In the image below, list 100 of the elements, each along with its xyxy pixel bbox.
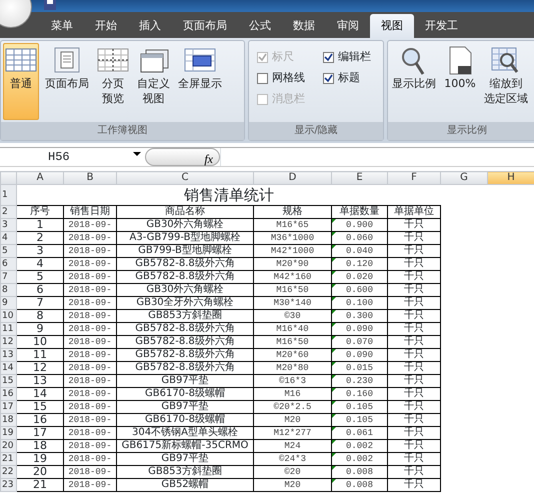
ribbon-tab[interactable]: 菜单 <box>40 14 84 38</box>
column-header[interactable]: H <box>488 172 534 184</box>
ribbon-tab[interactable]: 数据 <box>282 14 326 38</box>
check-icon <box>258 53 267 62</box>
ribbon-tab[interactable]: 开始 <box>84 14 128 38</box>
table-cell: M16*50 <box>254 284 332 296</box>
ribbon-tab[interactable]: 视图 <box>370 14 414 38</box>
table-cell: 0.040 <box>332 244 388 258</box>
row-header[interactable]: 7 <box>0 270 16 284</box>
table-cell: 2018-09- <box>64 466 116 478</box>
table-cell: 千只 <box>388 478 440 492</box>
ribbon-button[interactable]: 缩放到 选定区域 <box>482 43 530 120</box>
table-cell: GB97平垫 <box>116 400 254 414</box>
table-cell: 0.015 <box>332 362 388 374</box>
table-cell: GB6170-8级螺帽 <box>116 388 254 400</box>
row-header[interactable]: 18 <box>0 414 16 426</box>
row-header[interactable]: 2 <box>0 206 16 218</box>
table-cell: M16*65 <box>254 218 332 232</box>
table-cell: 0.230 <box>332 374 388 388</box>
insert-function-button[interactable]: fx <box>145 148 220 166</box>
table-cell: M20 <box>254 478 332 492</box>
check-icon <box>324 53 333 62</box>
ribbon-button[interactable]: 自定义 视图 <box>135 43 172 120</box>
table-cell: 2018-09- <box>64 414 116 426</box>
table-cell: 10 <box>16 336 64 348</box>
column-header[interactable]: G <box>440 172 488 184</box>
ribbon-tab[interactable]: 页面布局 <box>172 14 238 38</box>
table-cell: 1 <box>16 218 64 232</box>
ribbon-button[interactable]: 普通 <box>3 43 39 120</box>
ribbon-button[interactable]: 页面布局 <box>43 43 91 120</box>
row-header[interactable]: 14 <box>0 362 16 374</box>
table-cell: 2018-09- <box>64 374 116 388</box>
row-header[interactable]: 21 <box>0 452 16 466</box>
header-cell: 销售日期 <box>64 206 116 218</box>
ribbon-tab[interactable]: 开发工 <box>414 14 469 38</box>
ribbon-button[interactable]: 全屏显示 <box>176 43 224 120</box>
column-header[interactable]: F <box>388 172 440 184</box>
checkbox[interactable]: 编辑栏 <box>323 47 375 68</box>
row-header[interactable]: 3 <box>0 218 16 232</box>
name-box[interactable]: H56 <box>0 148 145 166</box>
table-cell: 千只 <box>388 440 440 452</box>
table-cell: 2018-09- <box>64 400 116 414</box>
row-header[interactable]: 10 <box>0 310 16 322</box>
row-header[interactable]: 1 <box>0 184 16 206</box>
row-header[interactable]: 20 <box>0 440 16 452</box>
row-header[interactable]: 11 <box>0 322 16 336</box>
table-cell: 2018-09- <box>64 218 116 232</box>
table-cell: 2018-09- <box>64 270 116 284</box>
checkbox: 消息栏 <box>257 89 309 110</box>
row-header[interactable]: 22 <box>0 466 16 478</box>
row-header[interactable]: 17 <box>0 400 16 414</box>
table-cell: 千只 <box>388 232 440 244</box>
ribbon-button[interactable]: 分页 预览 <box>95 43 131 120</box>
group-label: 工作簿视图 <box>1 122 244 140</box>
table-cell: M42*160 <box>254 270 332 284</box>
table-cell: 千只 <box>388 218 440 232</box>
checkbox[interactable]: 标题 <box>323 68 375 89</box>
table-cell: 2018-09- <box>64 336 116 348</box>
row-header[interactable]: 8 <box>0 284 16 296</box>
ribbon-tab[interactable]: 公式 <box>238 14 282 38</box>
table-cell: 0.070 <box>332 336 388 348</box>
table-cell: 18 <box>16 440 64 452</box>
ribbon-button[interactable]: 显示比例 <box>390 43 438 120</box>
table-cell: GB5782-8.8级外六角 <box>116 362 254 374</box>
table-cell: 0.061 <box>332 426 388 440</box>
column-header[interactable]: A <box>16 172 64 184</box>
header-cell: 序号 <box>16 206 64 218</box>
table-cell: M16*40 <box>254 322 332 336</box>
ribbon-button[interactable]: 100% <box>442 43 478 120</box>
table-cell: 2018-09- <box>64 258 116 270</box>
ribbon-tab[interactable]: 审阅 <box>326 14 370 38</box>
table-cell: 2018-09- <box>64 388 116 400</box>
table-cell: GB5782-8.8级外六角 <box>116 270 254 284</box>
column-header[interactable]: E <box>332 172 388 184</box>
save-icon[interactable] <box>44 0 56 10</box>
table-cell: 2018-09- <box>64 244 116 258</box>
row-header[interactable]: 6 <box>0 258 16 270</box>
table-cell: 0.600 <box>332 284 388 296</box>
table-cell: 2018-09- <box>64 296 116 310</box>
checkbox[interactable]: 网格线 <box>257 68 309 89</box>
table-cell: 0.008 <box>332 478 388 492</box>
row-header[interactable]: 23 <box>0 478 16 492</box>
row-header[interactable]: 9 <box>0 296 16 310</box>
table-cell: 2018-09- <box>64 232 116 244</box>
table-cell: 13 <box>16 374 64 388</box>
table-cell: 0.900 <box>332 218 388 232</box>
table-cell: 8 <box>16 310 64 322</box>
row-header[interactable]: 12 <box>0 336 16 348</box>
row-header[interactable]: 19 <box>0 426 16 440</box>
ribbon-tab[interactable]: 插入 <box>128 14 172 38</box>
table-cell: M16 <box>254 388 332 400</box>
row-header[interactable]: 16 <box>0 388 16 400</box>
table-cell: M42*1000 <box>254 244 332 258</box>
column-header[interactable]: B <box>64 172 116 184</box>
row-header[interactable]: 5 <box>0 244 16 258</box>
row-header[interactable]: 4 <box>0 232 16 244</box>
column-header[interactable]: C <box>116 172 254 184</box>
row-header[interactable]: 15 <box>0 374 16 388</box>
row-header[interactable]: 13 <box>0 348 16 362</box>
column-header[interactable]: D <box>254 172 332 184</box>
